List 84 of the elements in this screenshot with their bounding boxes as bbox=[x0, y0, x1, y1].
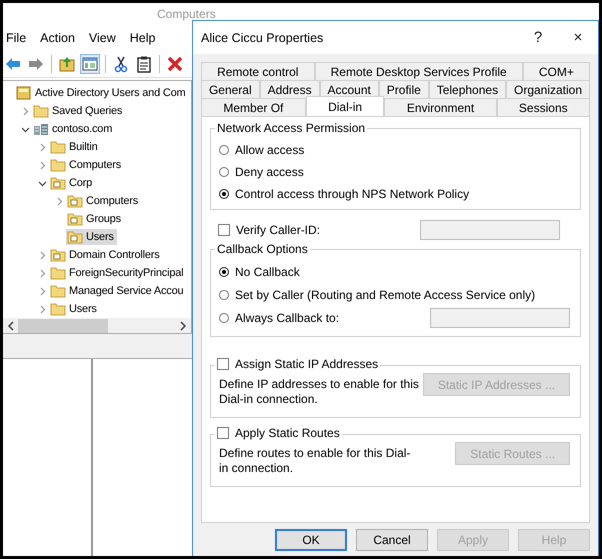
folder-icon bbox=[50, 284, 66, 298]
tree-item[interactable]: Managed Service Accou bbox=[49, 283, 186, 299]
help-button[interactable]: ? bbox=[518, 22, 558, 52]
group-title: Network Access Permission bbox=[216, 121, 366, 135]
scroll-right-icon[interactable] bbox=[179, 320, 187, 330]
folder-icon bbox=[50, 266, 66, 280]
chevron-right-icon[interactable] bbox=[38, 142, 47, 152]
tab[interactable]: Member Of bbox=[201, 98, 306, 116]
chevron-right-icon[interactable] bbox=[38, 160, 47, 170]
dialog-title: Alice Ciccu Properties bbox=[201, 30, 324, 44]
radio-icon[interactable] bbox=[219, 189, 229, 199]
window-title: Computers bbox=[157, 7, 216, 21]
tree-item[interactable]: contoso.com bbox=[32, 121, 116, 137]
chevron-right-icon[interactable] bbox=[38, 268, 47, 278]
tab[interactable]: COM+ bbox=[522, 62, 590, 80]
tree-item[interactable]: Users bbox=[49, 301, 100, 317]
menu-item[interactable]: File bbox=[6, 31, 26, 45]
group-title: Callback Options bbox=[216, 242, 309, 256]
checkbox[interactable]: Apply Static Routes bbox=[217, 426, 340, 440]
checkbox[interactable]: Assign Static IP Addresses bbox=[217, 357, 378, 371]
tab[interactable]: Environment bbox=[384, 98, 497, 116]
tab[interactable]: Sessions bbox=[496, 98, 590, 116]
menu-item[interactable]: Action bbox=[40, 31, 75, 45]
tree-item[interactable]: ForeignSecurityPrincipal bbox=[49, 265, 186, 281]
radio-button[interactable]: Always Callback to: bbox=[219, 311, 340, 325]
tree-item[interactable]: Groups bbox=[66, 211, 124, 227]
close-button[interactable]: × bbox=[558, 22, 598, 52]
radio-icon[interactable] bbox=[219, 267, 229, 277]
input-field[interactable] bbox=[430, 308, 570, 328]
checkbox[interactable]: Verify Caller-ID: bbox=[218, 223, 320, 237]
console-tree-icon[interactable] bbox=[80, 54, 100, 74]
tree-item[interactable]: Computers bbox=[49, 157, 124, 173]
radio-icon[interactable] bbox=[219, 145, 229, 155]
chevron-right-icon[interactable] bbox=[38, 250, 47, 260]
radio-icon[interactable] bbox=[219, 167, 229, 177]
scrollbar[interactable] bbox=[3, 318, 191, 333]
description-text: Define routes to enable for this Dial-in connection. bbox=[219, 446, 412, 476]
radio-icon[interactable] bbox=[219, 313, 229, 323]
folder-icon bbox=[67, 212, 83, 226]
folder-icon bbox=[67, 230, 83, 244]
input-field[interactable] bbox=[420, 220, 560, 240]
folder-icon bbox=[50, 248, 66, 262]
menu-item[interactable]: View bbox=[88, 31, 116, 45]
tab[interactable]: Telephones bbox=[428, 80, 506, 98]
tab[interactable]: General bbox=[201, 80, 260, 98]
radio-button[interactable]: Deny access bbox=[219, 165, 570, 179]
radio-icon[interactable] bbox=[219, 290, 229, 300]
folder-icon bbox=[67, 194, 83, 208]
domain-icon bbox=[33, 122, 49, 136]
folder-icon bbox=[50, 302, 66, 316]
chevron-right-icon[interactable] bbox=[55, 196, 64, 206]
folder-icon bbox=[50, 140, 66, 154]
tree-item[interactable]: Domain Controllers bbox=[49, 247, 163, 263]
scroll-left-icon[interactable] bbox=[7, 320, 15, 330]
radio-button[interactable]: No Callback bbox=[219, 265, 300, 279]
menu-item[interactable]: Help bbox=[130, 31, 156, 45]
tree-item[interactable]: Active Directory Users and Com bbox=[15, 85, 188, 101]
delete-icon[interactable] bbox=[165, 54, 185, 74]
folder-icon bbox=[50, 176, 66, 190]
chevron-down-icon[interactable] bbox=[38, 178, 47, 188]
tab[interactable]: Remote control bbox=[201, 62, 315, 80]
chevron-down-icon[interactable] bbox=[21, 124, 30, 134]
directory-icon bbox=[16, 86, 32, 100]
radio-button[interactable]: Allow access bbox=[219, 143, 570, 157]
dialog-button[interactable]: Cancel bbox=[356, 529, 428, 551]
dialog-button[interactable]: OK bbox=[275, 529, 347, 551]
tree-item[interactable]: Builtin bbox=[49, 139, 101, 155]
tab[interactable]: Organization bbox=[506, 80, 590, 98]
chevron-right-icon[interactable] bbox=[38, 286, 47, 296]
tab[interactable]: Profile bbox=[378, 80, 429, 98]
radio-button[interactable]: Control access through NPS Network Policy bbox=[219, 187, 570, 201]
radio-button[interactable]: Set by Caller (Routing and Remote Access Service only) bbox=[219, 288, 536, 302]
tab[interactable]: Dial-in bbox=[306, 96, 384, 116]
chevron-right-icon[interactable] bbox=[38, 304, 47, 314]
description-text: Define IP addresses to enable for this Dial-in connection. bbox=[219, 377, 419, 407]
tree-item[interactable]: Users bbox=[66, 229, 117, 245]
chevron-right-icon[interactable] bbox=[21, 106, 30, 116]
tree-item[interactable]: Computers bbox=[66, 193, 141, 209]
folder-icon bbox=[50, 158, 66, 172]
tab[interactable]: Remote Desktop Services Profile bbox=[314, 62, 523, 80]
tab[interactable]: Address bbox=[260, 80, 320, 98]
folder-icon bbox=[33, 104, 49, 118]
tree-item[interactable]: Saved Queries bbox=[32, 103, 126, 119]
tree-item[interactable]: Corp bbox=[49, 175, 96, 191]
